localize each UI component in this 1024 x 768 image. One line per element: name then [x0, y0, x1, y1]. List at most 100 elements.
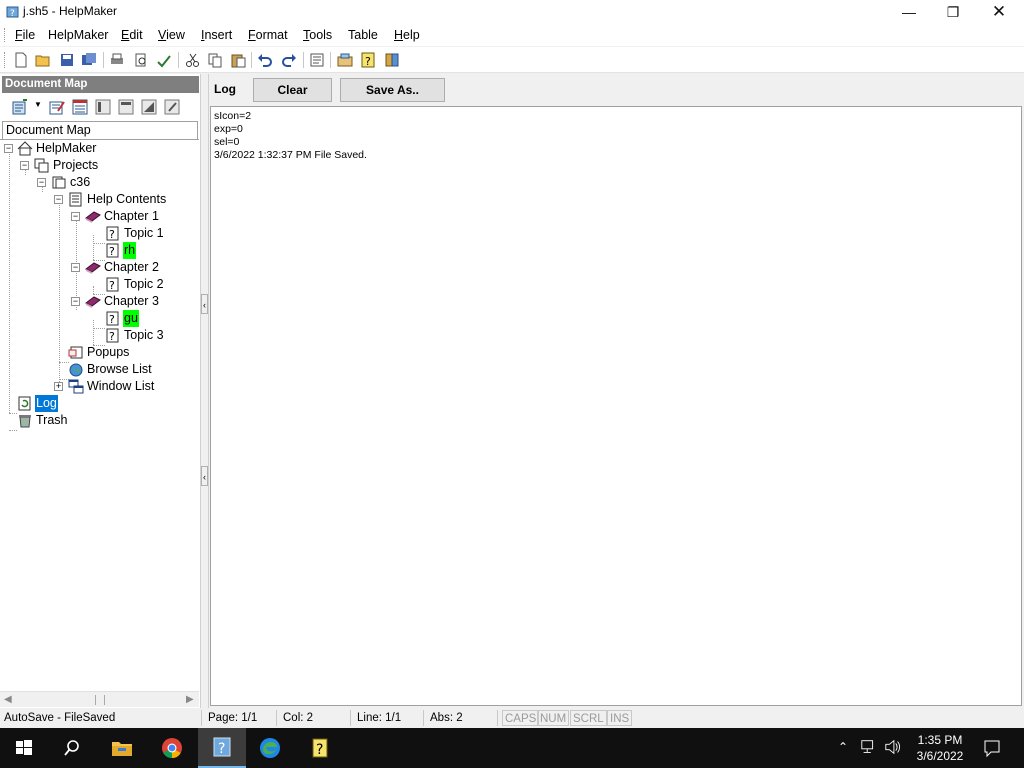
status-num: NUM [537, 710, 570, 726]
new-topic-icon[interactable] [12, 99, 28, 115]
edit-topic-icon[interactable] [49, 99, 65, 115]
scroll-right-arrow-icon[interactable]: ▶ [186, 694, 194, 705]
collapse-chapter-3[interactable]: − [71, 297, 80, 306]
status-line: Line: 1/1 [353, 710, 424, 726]
menu-tools[interactable]: Tools [303, 28, 332, 42]
tree-item-c36[interactable]: c36 [51, 174, 91, 191]
chrome-button[interactable] [148, 728, 196, 768]
projects-icon [34, 158, 50, 173]
show-hidden-icons-icon[interactable]: ⌃ [838, 740, 848, 754]
properties-icon[interactable] [308, 51, 326, 69]
tree-item-chapter-2[interactable]: Chapter 2 [85, 259, 160, 276]
compile-icon[interactable] [336, 51, 354, 69]
tree-item-rh[interactable]: ? rh [105, 242, 137, 260]
start-button[interactable] [0, 728, 48, 768]
collapse-c36[interactable]: − [37, 178, 46, 187]
tree-item-help-contents[interactable]: Help Contents [68, 191, 167, 208]
collapse-helpmaker[interactable]: − [4, 144, 13, 153]
tree-item-projects[interactable]: Projects [34, 157, 99, 174]
spellcheck-icon[interactable] [155, 51, 173, 69]
menu-format[interactable]: Format [248, 28, 288, 42]
pane-splitter[interactable]: ‹ ‹ [200, 74, 209, 708]
undo-icon[interactable] [256, 51, 274, 69]
help-app-button[interactable]: ? [296, 728, 344, 768]
topic-icon: ? [105, 226, 121, 241]
network-icon[interactable] [860, 738, 878, 759]
new-icon[interactable] [12, 51, 30, 69]
book-icon[interactable] [383, 51, 401, 69]
copy-icon[interactable] [206, 51, 224, 69]
topic-list-icon[interactable] [72, 99, 88, 115]
menu-table[interactable]: Table [348, 28, 378, 42]
svg-text:?: ? [109, 228, 115, 241]
file-explorer-button[interactable] [98, 728, 146, 768]
redo-icon[interactable] [280, 51, 298, 69]
edge-button[interactable] [246, 728, 294, 768]
collapse-chapter-1[interactable]: − [71, 212, 80, 221]
move-left-icon[interactable] [95, 99, 111, 115]
restore-button[interactable]: ❐ [930, 0, 976, 24]
cut-icon[interactable] [184, 51, 202, 69]
open-icon[interactable] [34, 51, 52, 69]
tree-item-chapter-1[interactable]: Chapter 1 [85, 208, 160, 225]
tree-item-popups[interactable]: Popups [68, 344, 130, 361]
helpmaker-taskbar-button[interactable]: ? [198, 728, 246, 768]
topic-icon: ? [105, 328, 121, 343]
collapse-chapter-2[interactable]: − [71, 263, 80, 272]
collapse-left-arrow-icon[interactable]: ‹ [201, 294, 208, 314]
scroll-left-arrow-icon[interactable]: ◀ [4, 694, 12, 705]
menu-edit[interactable]: Edit [121, 28, 143, 42]
dropdown-arrow-icon[interactable]: ▼ [34, 100, 42, 109]
tree-item-helpmaker[interactable]: HelpMaker [17, 140, 97, 157]
help-icon[interactable]: ? [359, 51, 377, 69]
tree-item-gu[interactable]: ? gu [105, 310, 139, 328]
close-button[interactable]: ✕ [976, 0, 1022, 24]
scroll-thumb[interactable] [95, 695, 105, 705]
tree-item-topic-3[interactable]: ? Topic 3 [105, 327, 165, 344]
print-preview-icon[interactable] [132, 51, 150, 69]
menu-view[interactable]: View [158, 28, 185, 42]
tree-item-window-list[interactable]: Window List [68, 378, 155, 395]
document-map-pane: Document Map ▼ Document Map − − − − − − … [0, 74, 202, 708]
tree-item-log[interactable]: Log [17, 395, 58, 413]
clear-button[interactable]: Clear [253, 78, 332, 102]
tree-item-topic-1[interactable]: ? Topic 1 [105, 225, 165, 242]
taskbar-clock[interactable]: 1:35 PM 3/6/2022 [905, 732, 975, 764]
minimize-button[interactable]: — [886, 0, 932, 24]
print-icon[interactable] [108, 51, 126, 69]
save-as-button[interactable]: Save As.. [340, 78, 445, 102]
popups-icon [68, 345, 84, 360]
menu-helpmaker[interactable]: HelpMaker [48, 28, 108, 42]
collapse-help-contents[interactable]: − [54, 195, 63, 204]
tree-item-browse-list[interactable]: Browse List [68, 361, 153, 378]
expand-window-list[interactable]: + [54, 382, 63, 391]
move-down-icon[interactable] [141, 99, 157, 115]
move-up-icon[interactable] [118, 99, 134, 115]
log-line: 3/6/2022 1:32:37 PM File Saved. [214, 149, 367, 161]
menu-help[interactable]: Help [394, 28, 420, 42]
collapse-projects[interactable]: − [20, 161, 29, 170]
save-icon[interactable] [58, 51, 76, 69]
tree-item-trash[interactable]: Trash [17, 412, 69, 429]
tree-item-topic-2[interactable]: ? Topic 2 [105, 276, 165, 293]
tree-item-chapter-3[interactable]: Chapter 3 [85, 293, 160, 310]
menu-insert[interactable]: Insert [201, 28, 232, 42]
volume-icon[interactable] [884, 738, 902, 759]
menu-file[interactable]: File [15, 28, 35, 42]
clock-date: 3/6/2022 [916, 749, 964, 763]
document-map-toolbar: ▼ [2, 96, 199, 118]
document-map-tab[interactable]: Document Map [2, 121, 198, 139]
notifications-icon[interactable] [982, 738, 1002, 761]
paste-icon[interactable] [229, 51, 247, 69]
chapter-book-icon [85, 209, 101, 224]
move-right-icon[interactable] [164, 99, 180, 115]
save-all-icon[interactable] [80, 51, 98, 69]
menu-grip [4, 28, 7, 42]
topic-icon: ? [105, 277, 121, 292]
search-button[interactable] [48, 728, 96, 768]
collapse-left-arrow-icon[interactable]: ‹ [201, 466, 208, 486]
log-textarea[interactable]: sIcon=2 exp=0 sel=0 3/6/2022 1:32:37 PM … [210, 106, 1022, 706]
svg-text:?: ? [109, 245, 115, 258]
tree-horizontal-scrollbar[interactable]: ◀ ▶ [0, 691, 199, 707]
log-line: sIcon=2 [214, 110, 252, 122]
